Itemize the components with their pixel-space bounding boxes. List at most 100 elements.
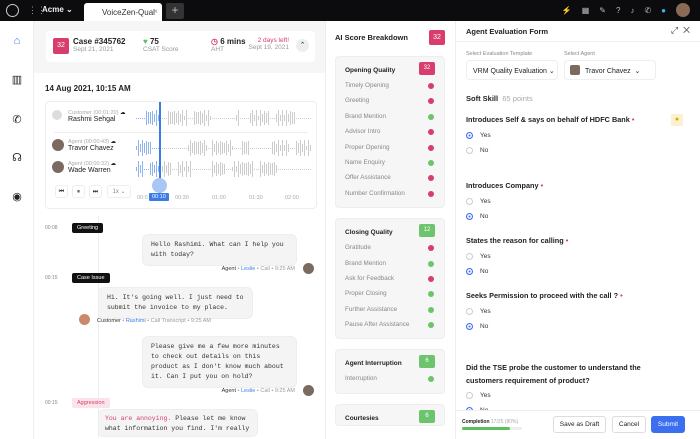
bell-icon[interactable]: ♪ (630, 6, 634, 15)
wave-bar (234, 117, 235, 119)
wave-bar (252, 161, 253, 177)
org-switcher[interactable]: Acme ⌄ (42, 5, 73, 14)
wave-bar (298, 168, 299, 170)
agent-select[interactable]: Travor Chavez ⌄ (564, 60, 656, 80)
radio-circle[interactable] (466, 197, 473, 205)
radio-no[interactable]: No (466, 322, 488, 330)
pause-button[interactable]: ⏸ (72, 185, 85, 198)
wave-bar (162, 166, 163, 172)
heart-icon: ♥ (143, 37, 148, 46)
wave-bar (290, 147, 291, 149)
collapse-button[interactable]: ⌃ (296, 39, 309, 52)
new-tab-button[interactable]: + (166, 3, 184, 19)
wave-bar (242, 161, 243, 177)
skip-forward-button[interactable]: ⏭ (89, 185, 102, 198)
radio-yes[interactable]: Yes (466, 252, 491, 260)
wave-bar (278, 168, 279, 170)
wave-bar (250, 164, 251, 174)
radio-circle[interactable] (466, 392, 473, 399)
headset-icon[interactable]: ☊ (10, 151, 24, 164)
wave-bar (250, 147, 251, 149)
timestamp: 00:15 (45, 275, 58, 281)
radio-no[interactable]: No (466, 212, 488, 220)
wave-bar (192, 117, 193, 119)
analytics-icon[interactable]: ▥ (10, 73, 24, 86)
wave-bar (206, 168, 207, 170)
expand-icon[interactable]: ⤢ (671, 25, 678, 35)
radio-yes[interactable]: Yes (466, 392, 491, 399)
check-icon (428, 306, 434, 313)
chat-icon[interactable]: ● (661, 6, 666, 15)
score-section: Agent Interruption 6 Interruption (335, 349, 445, 394)
score-item-label: Name Enquiry (345, 158, 385, 166)
wave-bar (236, 147, 237, 149)
wave-bar (210, 168, 211, 170)
radio-circle[interactable] (466, 307, 473, 315)
bolt-icon[interactable]: ⚡ (562, 6, 572, 15)
wave-bar (254, 114, 255, 122)
waveform-agent-1[interactable] (136, 140, 312, 156)
skip-back-button[interactable]: ⏮ (55, 185, 68, 198)
wave-bar (276, 143, 277, 153)
radio-circle[interactable] (466, 267, 473, 275)
radio-circle[interactable] (466, 131, 473, 139)
close-tab-icon[interactable]: × (153, 7, 158, 16)
wave-bar (172, 111, 173, 125)
wave-bar (148, 111, 149, 125)
radio-no[interactable]: No (466, 146, 488, 154)
waveform-customer[interactable] (136, 110, 312, 126)
wave-bar (234, 147, 235, 149)
section-score-badge: 32 (419, 62, 435, 75)
score-sections: Opening Quality 32 Timely Opening Greeting B… (335, 56, 445, 426)
activity-icon[interactable]: ◉ (10, 190, 24, 203)
wave-bar (200, 168, 201, 170)
waveform-agent-2[interactable] (136, 161, 312, 177)
radio-yes[interactable]: Yes (466, 197, 491, 205)
wave-bar (194, 168, 195, 170)
score-section: Opening Quality 32 Timely Opening Greeting B… (335, 56, 445, 209)
wave-bar (228, 168, 229, 170)
radio-circle[interactable] (466, 252, 473, 260)
radio-yes[interactable]: Yes (466, 307, 491, 315)
wave-bar (308, 168, 309, 170)
wave-bar (250, 113, 251, 123)
radio-circle[interactable] (466, 212, 473, 220)
wave-bar (268, 162, 269, 176)
submit-button[interactable]: Submit (651, 416, 685, 433)
tab-voicezen[interactable]: VoiceZen-Qual × (84, 3, 162, 21)
user-avatar[interactable] (676, 3, 690, 17)
current-time: 00:10 (149, 193, 169, 201)
pen-icon[interactable]: ✎ (599, 6, 606, 15)
phone-icon[interactable]: ✆ (644, 6, 651, 15)
template-select[interactable]: VRM Quality Evaluation ⌄ (466, 60, 558, 80)
calls-icon[interactable]: ✆ (10, 113, 24, 126)
time-tick: 01:00 (212, 195, 226, 201)
score-item-label: Greeting (345, 97, 370, 105)
home-icon[interactable]: ⌂ (10, 35, 24, 47)
radio-yes[interactable]: Yes (466, 131, 491, 139)
wave-bar (308, 117, 309, 119)
cancel-button[interactable]: Cancel (612, 416, 646, 433)
wave-bar (204, 140, 205, 156)
radio-no[interactable]: No (466, 267, 488, 275)
cross-icon (428, 144, 434, 151)
radio-circle[interactable] (466, 322, 473, 330)
score-item: Brand Mention (336, 256, 444, 271)
wave-bar (258, 168, 259, 170)
wave-bar (294, 168, 295, 170)
sidebar: ⌂ ▥ ✆ ☊ ◉ (0, 21, 34, 439)
score-item: Advisor Intro (336, 124, 444, 139)
calendar-icon[interactable]: ▦ (582, 6, 590, 15)
help-icon[interactable]: ? (616, 6, 620, 15)
info-icon[interactable]: ● (671, 114, 683, 126)
save-draft-button[interactable]: Save as Draft (553, 416, 606, 433)
cross-icon (428, 175, 434, 182)
close-icon[interactable]: ✕ (683, 25, 690, 35)
wave-bar (310, 144, 311, 152)
radio-circle[interactable] (466, 146, 473, 154)
wave-bar (154, 147, 155, 149)
wave-bar (180, 114, 181, 122)
playhead-handle[interactable] (152, 178, 167, 193)
score-item: Timely Opening (336, 78, 444, 93)
speed-select[interactable]: 1x ⌄ (107, 185, 131, 198)
